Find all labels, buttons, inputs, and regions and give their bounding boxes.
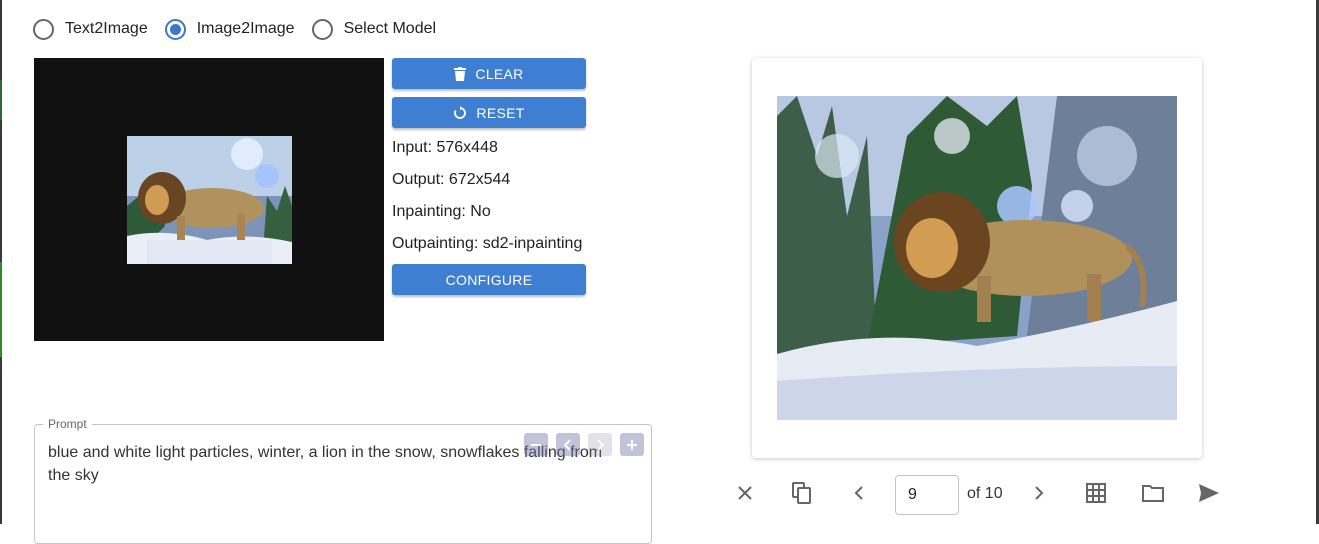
prompt-legend: Prompt: [43, 417, 92, 431]
page-total-label: of 10: [967, 485, 1003, 502]
prev-page-button[interactable]: [847, 482, 871, 508]
radio-select-model[interactable]: [311, 18, 333, 40]
prompt-tools: [524, 433, 652, 456]
copy-button[interactable]: [790, 481, 814, 509]
output-size-text: Output: 672x544: [392, 171, 511, 188]
input-size-text: Input: 576x448: [392, 139, 498, 156]
reset-icon: [453, 105, 467, 120]
grid-view-button[interactable]: [1084, 482, 1108, 508]
chevron-right-icon[interactable]: [588, 433, 612, 456]
minus-icon[interactable]: [524, 433, 548, 456]
clear-label: CLEAR: [475, 65, 524, 82]
close-button[interactable]: [733, 482, 757, 508]
radio-image2image[interactable]: [164, 18, 186, 40]
input-image: [127, 136, 292, 264]
configure-button[interactable]: CONFIGURE: [392, 264, 586, 295]
outpainting-text: Outpainting: sd2-inpainting: [392, 235, 583, 252]
reset-label: RESET: [476, 104, 525, 121]
input-canvas[interactable]: [34, 58, 384, 341]
chevron-right-icon: [1034, 485, 1044, 505]
mode-image2image[interactable]: Image2Image: [164, 18, 295, 40]
mode-text2image[interactable]: Text2Image: [33, 18, 148, 40]
mode-select-model[interactable]: Select Model: [311, 18, 437, 40]
radio-text2image[interactable]: [33, 18, 54, 40]
mode-select-model-label: Select Model: [343, 20, 437, 37]
window-edge-left: [0, 0, 2, 524]
reset-button[interactable]: RESET: [392, 97, 586, 128]
mode-image2image-label: Image2Image: [196, 20, 295, 37]
open-folder-button[interactable]: [1141, 482, 1165, 508]
send-button[interactable]: [1197, 482, 1221, 508]
mode-text2image-label: Text2Image: [65, 20, 148, 37]
copy-icon: [792, 481, 812, 509]
chevron-left-icon: [854, 485, 864, 505]
configure-label: CONFIGURE: [445, 271, 533, 288]
plus-icon[interactable]: [620, 433, 644, 456]
folder-icon: [1142, 484, 1164, 507]
prompt-field[interactable]: Prompt blue and white light particles, w…: [34, 417, 652, 544]
page-number-input[interactable]: [895, 475, 959, 515]
send-icon: [1198, 483, 1220, 508]
inpainting-text: Inpainting: No: [392, 203, 491, 220]
chevron-left-icon[interactable]: [556, 433, 580, 456]
close-icon: [737, 485, 753, 506]
grid-icon: [1086, 482, 1106, 508]
result-image[interactable]: [777, 96, 1177, 420]
trash-icon: [454, 66, 467, 81]
clear-button[interactable]: CLEAR: [392, 58, 586, 89]
next-page-button[interactable]: [1027, 482, 1051, 508]
mode-radio-group: Text2Image Image2Image Select Model: [33, 17, 453, 41]
result-card: [752, 58, 1202, 458]
